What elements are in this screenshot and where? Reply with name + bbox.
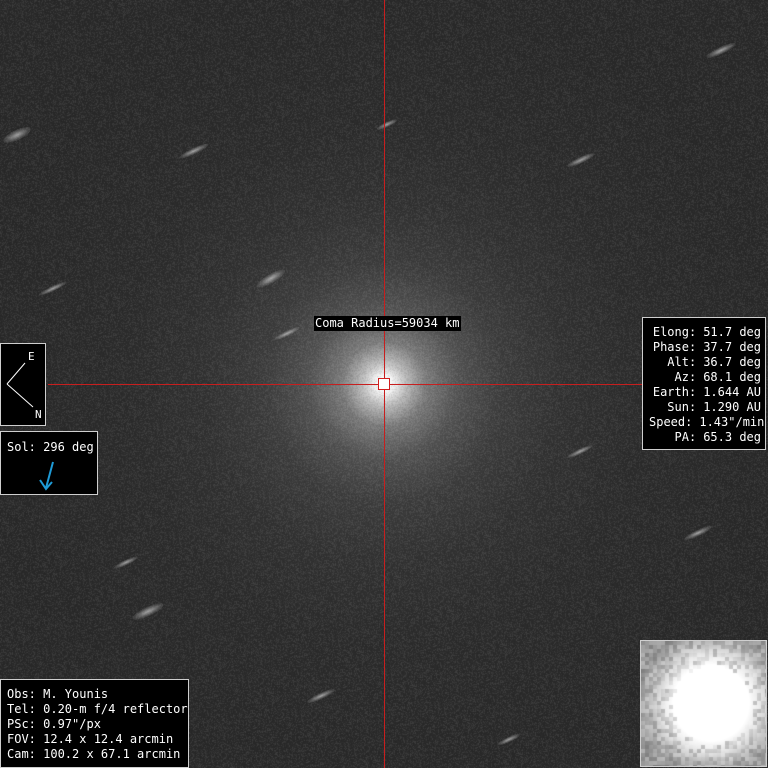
observer-line: Obs: M. Younis xyxy=(7,687,109,701)
ephemeris-row: Az: 68.1 deg xyxy=(674,370,761,384)
sun-direction-arrow-icon xyxy=(39,461,54,491)
ephemeris-panel: Elong: 51.7 deg Phase: 37.7 deg Alt: 36.7 d… xyxy=(642,317,766,450)
nucleus-zoom-inset xyxy=(640,640,767,767)
ephemeris-row: Earth: 1.644 AU xyxy=(652,385,761,399)
fov-line: FOV: 12.4 x 12.4 arcmin xyxy=(7,732,174,746)
ephemeris-row: Sun: 1.290 AU xyxy=(667,400,761,414)
plate-scale-line: PSc: 0.97"/px xyxy=(7,717,101,731)
ephemeris-row: Elong: 51.7 deg xyxy=(652,325,761,339)
observer-panel: Obs: M. Younis Tel: 0.20-m f/4 reflector… xyxy=(0,679,189,768)
telescope-line: Tel: 0.20-m f/4 reflector xyxy=(7,702,188,716)
sun-direction-panel: Sol: 296 deg xyxy=(0,431,98,495)
crosshair-horizontal xyxy=(48,384,642,385)
sun-angle-label: Sol: 296 deg xyxy=(7,440,94,454)
target-marker xyxy=(378,378,390,390)
coma-radius-label: Coma Radius=59034 km xyxy=(314,316,461,331)
compass-east-label: E xyxy=(28,350,35,363)
compass-icon: E N xyxy=(6,350,42,421)
compass-north-label: N xyxy=(35,408,42,421)
ephemeris-row: PA: 65.3 deg xyxy=(674,430,761,444)
camera-line: Cam: 100.2 x 67.1 arcmin xyxy=(7,747,181,761)
inset-pixels xyxy=(641,641,766,766)
ephemeris-row: Phase: 37.7 deg xyxy=(652,340,761,354)
comet-image: Coma Radius=59034 km Elong: 51.7 deg Phas… xyxy=(0,0,768,768)
ephemeris-row: Alt: 36.7 deg xyxy=(667,355,761,369)
compass-rose: E N xyxy=(0,343,46,426)
ephemeris-row: Speed: 1.43"/min xyxy=(649,415,765,429)
